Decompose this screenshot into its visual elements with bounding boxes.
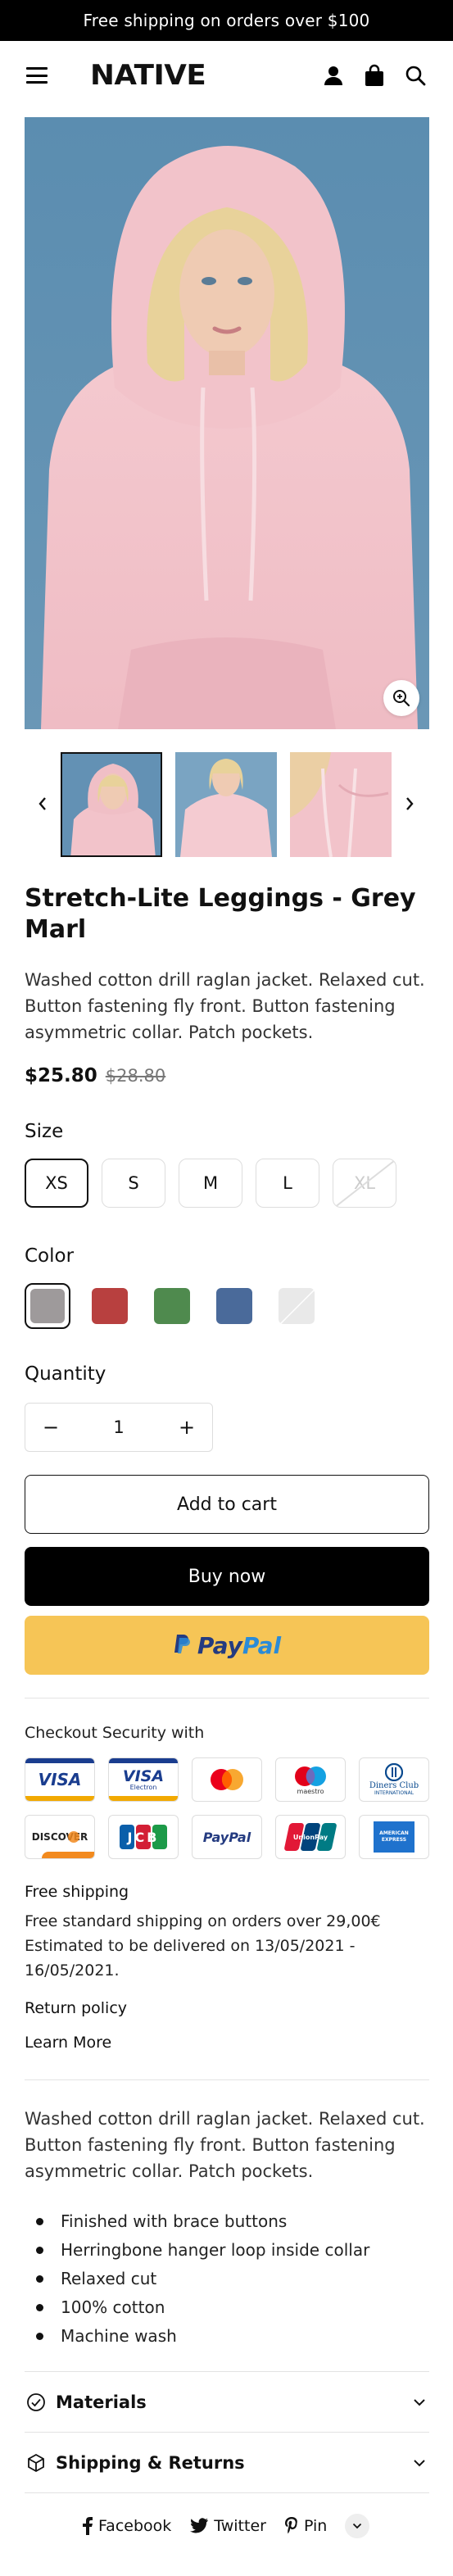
share-pinterest[interactable]: Pin	[284, 2517, 327, 2535]
chevron-right-icon[interactable]	[397, 791, 422, 816]
product-description: Washed cotton drill raglan jacket. Relax…	[25, 970, 425, 1042]
share-facebook[interactable]: Facebook	[82, 2517, 171, 2535]
feature-item: Finished with brace buttons	[36, 2207, 369, 2236]
divider	[25, 2079, 429, 2080]
shipping-line-1: Free standard shipping on orders over 29…	[25, 1912, 381, 1930]
size-option-s[interactable]: S	[102, 1159, 165, 1208]
visa-card-icon: VISA	[25, 1757, 95, 1802]
color-swatches	[25, 1283, 319, 1329]
divider	[25, 2371, 429, 2372]
size-option-m[interactable]: M	[179, 1159, 242, 1208]
paypal-card-icon: PayPal	[192, 1815, 262, 1859]
color-swatch-red[interactable]	[87, 1283, 133, 1329]
product-title: Stretch-Lite Leggings - Grey Marl	[25, 884, 416, 944]
chevron-left-icon[interactable]	[30, 791, 55, 816]
size-option-l[interactable]: L	[256, 1159, 319, 1208]
color-swatch-white[interactable]	[274, 1283, 319, 1329]
buy-now-button[interactable]: Buy now	[25, 1547, 429, 1606]
chevron-down-icon	[410, 2453, 429, 2473]
thumbnail-carousel	[0, 752, 453, 857]
shipping-returns-label: Shipping & Returns	[56, 2453, 245, 2473]
color-label: Color	[25, 1245, 75, 1267]
share-twitter[interactable]: Twitter	[189, 2517, 266, 2535]
product-details-description: Washed cotton drill raglan jacket. Relax…	[25, 2109, 425, 2181]
mastercard-icon: mastercard	[192, 1757, 262, 1802]
size-option-xs[interactable]: XS	[25, 1159, 88, 1208]
header-icons	[322, 64, 427, 87]
compare-price: $28.80	[105, 1066, 166, 1086]
shipping-heading: Free shipping	[25, 1883, 129, 1901]
twitter-label: Twitter	[214, 2517, 266, 2535]
paypal-wordmark: PayPal	[197, 1631, 282, 1659]
jcb-card-icon: JCB	[108, 1815, 179, 1859]
thumbnail-1[interactable]	[61, 752, 162, 857]
size-options: XS S M L XL	[25, 1159, 396, 1208]
chevron-down-icon	[410, 2392, 429, 2412]
check-circle-icon	[25, 2391, 48, 2414]
hamburger-menu-icon[interactable]	[26, 67, 48, 84]
product-page: Free shipping on orders over $100 NATIVE	[0, 0, 453, 2576]
discover-card-icon: DISCOVER	[25, 1815, 95, 1859]
facebook-icon	[83, 2517, 93, 2535]
feature-item: 100% cotton	[36, 2293, 369, 2322]
thumbnail-2[interactable]	[175, 752, 277, 857]
american-express-card-icon: AMERICAN EXPRESS	[359, 1815, 429, 1859]
shipping-returns-accordion[interactable]: Shipping & Returns	[25, 2433, 429, 2492]
price-row: $25.80 $28.80	[25, 1065, 165, 1086]
quantity-label: Quantity	[25, 1363, 106, 1385]
pin-label: Pin	[303, 2517, 328, 2535]
add-to-cart-button[interactable]: Add to cart	[25, 1475, 429, 1534]
paypal-button[interactable]: PayPal	[25, 1616, 429, 1675]
announcement-text: Free shipping on orders over $100	[83, 11, 370, 30]
twitter-icon	[190, 2518, 209, 2533]
announcement-bar: Free shipping on orders over $100	[0, 0, 453, 41]
learn-more-link[interactable]: Learn More	[25, 2034, 111, 2052]
brand-logo[interactable]: NATIVE	[90, 59, 206, 92]
main-product-image[interactable]	[25, 117, 429, 729]
shipping-info: Free standard shipping on orders over 29…	[25, 1909, 418, 1983]
paypal-icon	[173, 1633, 191, 1658]
color-swatch-grey[interactable]	[25, 1283, 70, 1329]
share-bar: Facebook Twitter Pin	[82, 2514, 370, 2538]
facebook-label: Facebook	[98, 2517, 172, 2535]
feature-item: Herringbone hanger loop inside collar	[36, 2236, 369, 2265]
feature-list: Finished with brace buttons Herringbone …	[36, 2207, 369, 2351]
visa-electron-card-icon: VISA Electron	[108, 1757, 179, 1802]
search-icon[interactable]	[404, 64, 427, 87]
shopping-bag-icon[interactable]	[363, 64, 386, 87]
quantity-decrease-button[interactable]: −	[39, 1415, 63, 1440]
color-swatch-blue[interactable]	[211, 1283, 257, 1329]
size-label: Size	[25, 1121, 64, 1142]
quantity-increase-button[interactable]: +	[174, 1415, 199, 1440]
color-swatch-green[interactable]	[149, 1283, 195, 1329]
unionpay-card-icon: UnionPay	[275, 1815, 346, 1859]
shipping-line-2: Estimated to be delivered on 13/05/2021 …	[25, 1937, 356, 1980]
site-header: NATIVE	[0, 41, 453, 110]
more-share-chevron-icon[interactable]	[345, 2514, 370, 2538]
size-option-xl[interactable]: XL	[333, 1159, 396, 1208]
maestro-card-icon: maestro	[275, 1757, 346, 1802]
box-icon	[25, 2451, 48, 2474]
checkout-security-label: Checkout Security with	[25, 1724, 205, 1742]
zoom-in-icon[interactable]	[383, 680, 419, 716]
product-photo	[25, 117, 429, 729]
materials-label: Materials	[56, 2392, 147, 2412]
thumbnail-3[interactable]	[290, 752, 392, 857]
quantity-stepper: − 1 +	[25, 1403, 213, 1452]
quantity-value[interactable]: 1	[113, 1417, 124, 1437]
sale-price: $25.80	[25, 1065, 97, 1086]
feature-item: Relaxed cut	[36, 2265, 369, 2293]
payment-cards: VISA VISA Electron mastercard maestro Di…	[25, 1757, 434, 1859]
feature-item: Machine wash	[36, 2322, 369, 2351]
divider	[25, 2432, 429, 2433]
materials-accordion[interactable]: Materials	[25, 2373, 429, 2432]
user-icon[interactable]	[322, 64, 345, 87]
return-policy-link[interactable]: Return policy	[25, 1999, 127, 2017]
divider	[25, 2492, 429, 2493]
diners-club-card-icon: Diners Club INTERNATIONAL	[359, 1757, 429, 1802]
pinterest-icon	[284, 2517, 297, 2534]
